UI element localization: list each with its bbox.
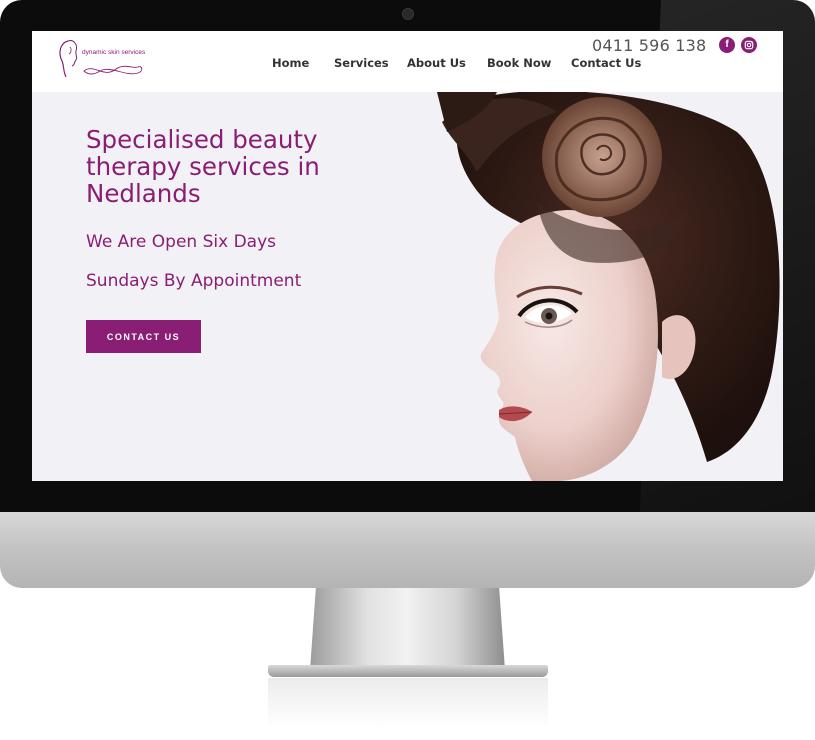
- nav-book-now[interactable]: Book Now: [487, 56, 551, 70]
- base-reflection: [268, 678, 548, 728]
- monitor-bezel: dynamic skin services 0411 596 138 f Hom…: [0, 0, 815, 512]
- hero-section: Specialised beauty therapy services in N…: [32, 92, 783, 481]
- monitor-chin: [0, 512, 815, 588]
- facebook-icon[interactable]: f: [719, 37, 735, 53]
- logo-face-icon: [59, 40, 143, 78]
- nav-home[interactable]: Home: [272, 56, 309, 70]
- phone-number[interactable]: 0411 596 138: [592, 36, 706, 55]
- nav-contact-us[interactable]: Contact Us: [571, 56, 641, 70]
- site-logo[interactable]: dynamic skin services: [54, 35, 150, 85]
- hero-headline: Specialised beauty therapy services in N…: [86, 125, 320, 208]
- contact-us-button[interactable]: CONTACT US: [86, 320, 201, 353]
- imac-monitor: dynamic skin services 0411 596 138 f Hom…: [0, 0, 815, 590]
- instagram-icon[interactable]: [741, 37, 757, 53]
- website-screen: dynamic skin services 0411 596 138 f Hom…: [32, 31, 783, 481]
- site-header: dynamic skin services 0411 596 138 f Hom…: [32, 31, 783, 92]
- nav-about-us[interactable]: About Us: [407, 56, 466, 70]
- nav-services[interactable]: Services: [334, 56, 389, 70]
- monitor-stand: [310, 588, 505, 670]
- hero-portrait-image: [437, 92, 780, 481]
- hero-open-days: We Are Open Six Days: [86, 232, 276, 252]
- camera-icon: [402, 8, 414, 20]
- logo-text: dynamic skin services: [82, 49, 146, 56]
- monitor-base: [268, 665, 548, 677]
- hero-sundays: Sundays By Appointment: [86, 271, 302, 291]
